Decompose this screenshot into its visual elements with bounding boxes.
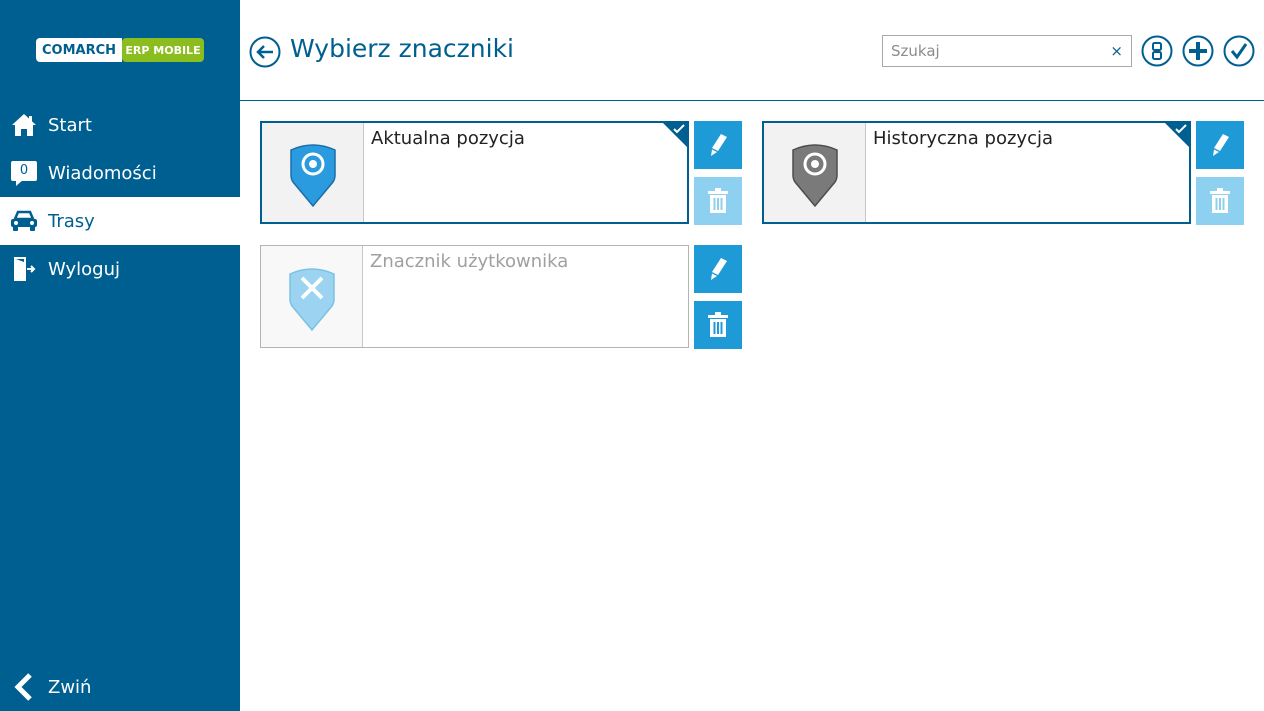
marker-card-historical-position[interactable]: Historyczna pozycja — [762, 121, 1191, 224]
page-title: Wybierz znaczniki — [290, 34, 514, 63]
sidebar-item-label: Wiadomości — [48, 162, 157, 184]
logout-icon — [0, 245, 48, 293]
app-window: COMARCH ERP MOBILE Start 0 Wiadomości Tr… — [0, 0, 1264, 711]
confirm-button[interactable] — [1223, 35, 1255, 67]
sidebar-item-messages[interactable]: 0 Wiadomości — [0, 149, 240, 197]
collapse-sidebar-button[interactable]: Zwiń — [0, 663, 240, 711]
sidebar-item-label: Start — [48, 114, 92, 136]
delete-marker-button[interactable] — [1196, 177, 1244, 225]
checkmark-icon — [1223, 35, 1255, 67]
delete-marker-button[interactable] — [694, 301, 742, 349]
sidebar: COMARCH ERP MOBILE Start 0 Wiadomości Tr… — [0, 0, 240, 711]
car-icon — [0, 197, 48, 245]
check-icon — [673, 124, 685, 134]
marker-card-current-position[interactable]: Aktualna pozycja — [260, 121, 689, 224]
comarch-logo: COMARCH ERP MOBILE — [36, 38, 204, 62]
trash-icon — [708, 188, 728, 213]
marker-card-user-marker[interactable]: Znacznik użytkownika — [260, 245, 689, 348]
arrow-left-icon — [249, 36, 281, 68]
marker-name: Znacznik użytkownika — [370, 251, 569, 272]
search-box: × — [882, 35, 1132, 67]
edit-marker-button[interactable] — [694, 245, 742, 293]
back-button[interactable] — [249, 36, 281, 68]
cross-pin-icon — [288, 267, 335, 331]
layout-toggle-button[interactable] — [1141, 35, 1173, 67]
home-icon — [0, 101, 48, 149]
page-header: Wybierz znaczniki × — [240, 0, 1264, 101]
layout-icon — [1141, 35, 1173, 67]
message-count-badge: 0 — [19, 163, 29, 178]
clear-search-button[interactable]: × — [1110, 42, 1123, 60]
sidebar-nav: Start 0 Wiadomości Trasy Wyloguj — [0, 101, 240, 293]
location-pin-icon — [289, 143, 336, 207]
marker-name: Aktualna pozycja — [371, 128, 525, 149]
message-icon: 0 — [0, 149, 48, 197]
pencil-icon — [711, 134, 727, 156]
location-pin-icon — [791, 143, 838, 207]
logo-text-comarch: COMARCH — [36, 38, 122, 62]
check-icon — [1175, 124, 1187, 134]
chevron-left-icon — [0, 663, 48, 711]
edit-marker-button[interactable] — [694, 121, 742, 169]
pencil-icon — [711, 258, 727, 280]
trash-icon — [708, 312, 728, 337]
sidebar-item-routes[interactable]: Trasy — [0, 197, 240, 245]
marker-name: Historyczna pozycja — [873, 128, 1054, 149]
marker-thumbnail — [261, 246, 363, 347]
pencil-icon — [1213, 134, 1229, 156]
logo-text-erp-mobile: ERP MOBILE — [122, 38, 204, 62]
sidebar-item-start[interactable]: Start — [0, 101, 240, 149]
sidebar-item-label: Trasy — [48, 210, 95, 232]
trash-icon — [1210, 188, 1230, 213]
collapse-label: Zwiń — [48, 676, 92, 698]
search-input[interactable] — [883, 36, 1103, 66]
edit-marker-button[interactable] — [1196, 121, 1244, 169]
marker-thumbnail — [764, 123, 866, 222]
sidebar-item-label: Wyloguj — [48, 258, 120, 280]
marker-thumbnail — [262, 123, 364, 222]
sidebar-item-logout[interactable]: Wyloguj — [0, 245, 240, 293]
delete-marker-button[interactable] — [694, 177, 742, 225]
plus-icon — [1182, 35, 1214, 67]
add-button[interactable] — [1182, 35, 1214, 67]
